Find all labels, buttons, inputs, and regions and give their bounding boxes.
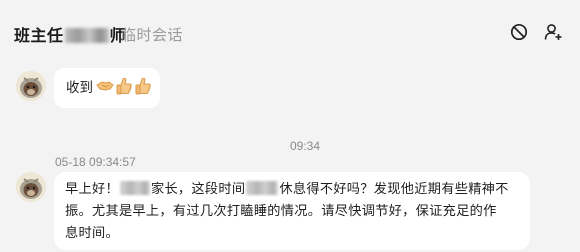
message-text: 家长，这段时间	[150, 182, 246, 197]
time-divider: 09:34	[289, 139, 321, 153]
lion-avatar-icon	[16, 172, 46, 202]
message-line: 振。尤其是早上，有过几次打瞌睡的情况。请尽快调节好，保证充足的作	[65, 204, 497, 219]
redacted-name	[246, 181, 279, 195]
redacted-name	[64, 28, 109, 43]
chat-header: 班主任师 临时会话	[0, 0, 580, 64]
thumbs-up-emoji	[116, 77, 132, 95]
message-timestamp: 05-18 09:34:57	[55, 155, 136, 169]
avatar[interactable]	[16, 71, 46, 101]
message-line: 息时间。	[65, 226, 119, 241]
message-text: 休息得不好吗？发现他近期有些精神不	[279, 182, 509, 197]
chat-subtitle: 临时会话	[121, 26, 184, 44]
message-line: 早上好！ 家长，这段时间 休息得不好吗？发现他近期有些精神不	[65, 179, 509, 200]
thumbs-up-emoji	[135, 77, 151, 95]
lion-avatar-icon	[16, 71, 46, 101]
chat-title-prefix: 班主任	[14, 26, 64, 45]
add-user-icon[interactable]	[543, 22, 563, 42]
message-bubble[interactable]: 早上好！ 家长，这段时间 休息得不好吗？发现他近期有些精神不 振。尤其是早上，有过几…	[54, 172, 530, 250]
message-bubble[interactable]: 收到	[54, 68, 160, 108]
redacted-name	[119, 181, 150, 195]
message-text: 早上好！	[65, 182, 119, 197]
handshake-emoji	[96, 81, 114, 91]
message-text: 收到	[66, 80, 93, 96]
avatar[interactable]	[16, 172, 46, 202]
block-icon[interactable]	[509, 22, 529, 42]
chat-title: 班主任师	[14, 22, 126, 46]
